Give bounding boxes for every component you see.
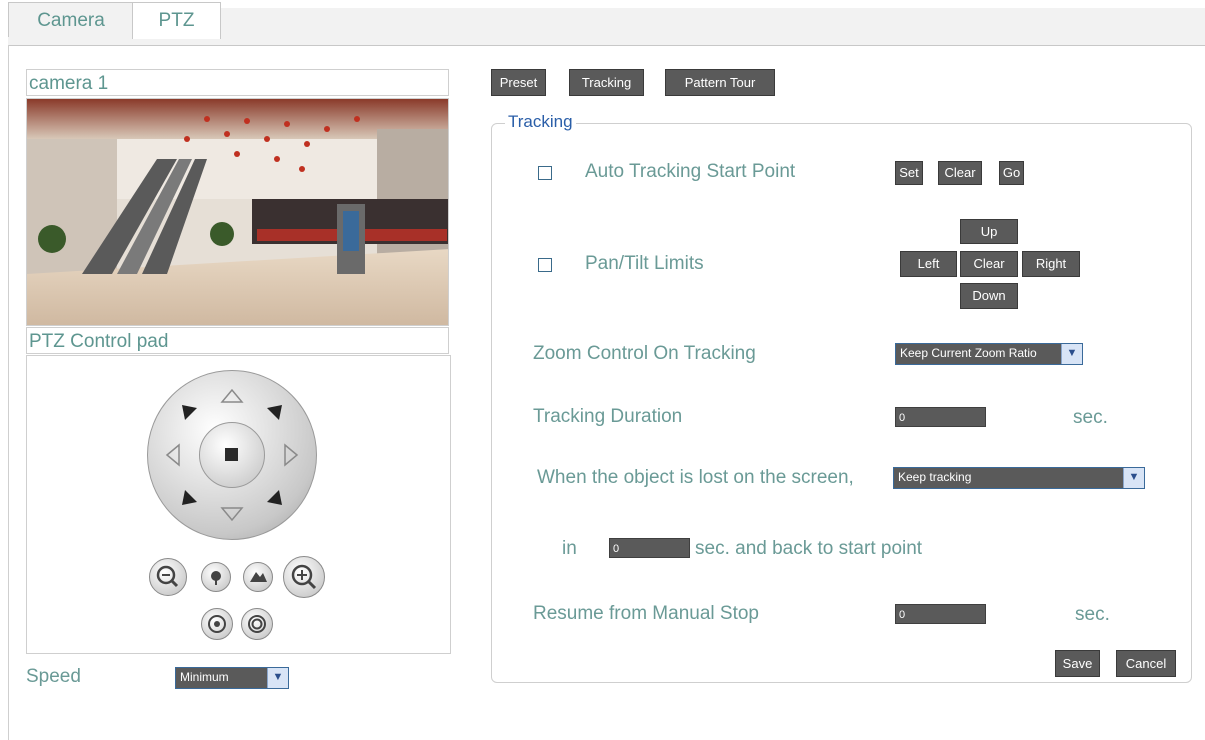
cancel-button[interactable]: Cancel (1116, 650, 1176, 677)
pan-tilt-up-button[interactable]: Up (960, 219, 1018, 244)
resume-input[interactable]: 0 (895, 604, 986, 624)
iris-icon (248, 615, 266, 633)
mountain-icon (250, 572, 267, 582)
arrow-down-icon (220, 507, 244, 522)
zoom-in-button[interactable] (283, 556, 325, 598)
return-delay-suffix: sec. and back to start point (695, 538, 923, 559)
zoom-out-icon (156, 565, 179, 588)
auto-start-clear-button[interactable]: Clear (938, 161, 982, 185)
save-button[interactable]: Save (1055, 650, 1100, 677)
arrow-up-icon (220, 388, 244, 403)
camera-title: camera 1 (26, 69, 449, 96)
pan-tilt-left-button[interactable]: Left (900, 251, 957, 277)
direction-arrows (165, 388, 299, 522)
object-lost-value: Keep tracking (894, 468, 1122, 488)
focus-far-button[interactable] (243, 562, 273, 592)
arrow-downleft-icon (182, 490, 197, 505)
resume-label: Resume from Manual Stop (533, 603, 759, 624)
pan-tilt-clear-button[interactable]: Clear (960, 251, 1018, 277)
chevron-down-icon: ▼ (267, 668, 288, 688)
chevron-down-icon: ▼ (1123, 468, 1144, 488)
pan-tilt-label: Pan/Tilt Limits (585, 253, 704, 274)
iris-close-button[interactable] (201, 608, 233, 640)
tracking-duration-label: Tracking Duration (533, 406, 683, 427)
auto-start-label: Auto Tracking Start Point (585, 161, 796, 182)
zoom-control-value: Keep Current Zoom Ratio (896, 344, 1060, 364)
in-label: in (562, 538, 577, 559)
ptz-pad-title: PTZ Control pad (26, 327, 449, 354)
speed-label: Speed (26, 666, 81, 687)
arrow-upright-icon (267, 405, 282, 420)
auto-start-set-button[interactable]: Set (895, 161, 923, 185)
object-lost-select[interactable]: Keep tracking ▼ (893, 467, 1145, 489)
tracking-duration-input[interactable]: 0 (895, 407, 986, 427)
zoom-control-label: Zoom Control On Tracking (533, 343, 756, 364)
zoom-in-icon (291, 564, 317, 590)
object-lost-label: When the object is lost on the screen, (537, 467, 854, 488)
tab-ptz[interactable]: PTZ (132, 2, 221, 39)
tracking-legend: Tracking (505, 112, 576, 132)
speed-select[interactable]: Minimum ▼ (175, 667, 289, 689)
tracking-fieldset (491, 123, 1192, 683)
flower-icon (211, 571, 221, 585)
resume-unit: sec. (1075, 604, 1110, 625)
focus-near-button[interactable] (201, 562, 231, 592)
tracking-duration-unit: sec. (1073, 407, 1108, 428)
camera-live-view[interactable] (26, 98, 449, 326)
arrow-left-icon (165, 443, 180, 467)
zoom-out-button[interactable] (149, 558, 187, 596)
page-left-border (8, 45, 9, 740)
arrow-right-icon (284, 443, 299, 467)
pattern-tour-button[interactable]: Pattern Tour (665, 69, 775, 96)
pan-tilt-right-button[interactable]: Right (1022, 251, 1080, 277)
tracking-button[interactable]: Tracking (569, 69, 644, 96)
pan-tilt-down-button[interactable]: Down (960, 283, 1018, 309)
speed-value: Minimum (176, 668, 266, 688)
auto-start-go-button[interactable]: Go (999, 161, 1024, 185)
arrow-upleft-icon (182, 405, 197, 420)
chevron-down-icon: ▼ (1061, 344, 1082, 364)
return-delay-input[interactable]: 0 (609, 538, 690, 558)
iris-icon (208, 615, 226, 633)
tab-camera[interactable]: Camera (8, 2, 134, 37)
zoom-control-select[interactable]: Keep Current Zoom Ratio ▼ (895, 343, 1083, 365)
preset-button[interactable]: Preset (491, 69, 546, 96)
pan-tilt-checkbox[interactable] (538, 258, 552, 272)
arrow-downright-icon (267, 490, 282, 505)
iris-open-button[interactable] (241, 608, 273, 640)
ptz-control-pad (26, 355, 451, 654)
auto-start-checkbox[interactable] (538, 166, 552, 180)
